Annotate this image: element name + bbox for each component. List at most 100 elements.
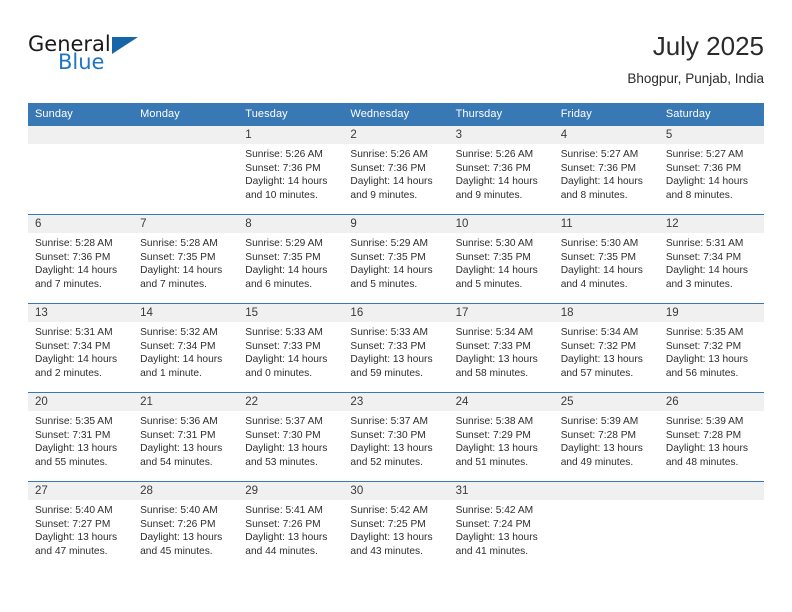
day-number: 12 — [658, 215, 764, 233]
daylight-text: Daylight: 14 hours — [140, 354, 223, 366]
day-number — [28, 126, 134, 144]
day-details: Sunrise: 5:30 AM Sunset: 7:35 PM Daylight:… — [449, 233, 554, 291]
day-details: Sunrise: 5:40 AM Sunset: 7:26 PM Daylight:… — [133, 500, 238, 558]
daylight-text: and 59 minutes. — [350, 367, 423, 379]
daylight-text: Daylight: 14 hours — [455, 176, 538, 188]
daylight-text: and 3 minutes. — [665, 278, 733, 290]
calendar-day-cell[interactable]: 15 Sunrise: 5:33 AM Sunset: 7:33 PM Dayligh… — [238, 303, 344, 393]
calendar-day-cell[interactable]: 30 Sunrise: 5:42 AM Sunset: 7:25 PM Dayligh… — [343, 481, 449, 570]
daylight-text: Daylight: 13 hours — [140, 443, 223, 455]
calendar-day-cell[interactable]: 26 Sunrise: 5:39 AM Sunset: 7:28 PM Dayligh… — [658, 392, 764, 482]
calendar-day-cell[interactable]: 24 Sunrise: 5:38 AM Sunset: 7:29 PM Dayligh… — [448, 392, 554, 482]
daylight-text: Daylight: 13 hours — [245, 532, 328, 544]
sunset-text: Sunset: 7:36 PM — [245, 162, 321, 174]
calendar-day-cell[interactable]: 5 Sunrise: 5:27 AM Sunset: 7:36 PM Daylight… — [658, 125, 764, 215]
calendar-day-cell[interactable]: 23 Sunrise: 5:37 AM Sunset: 7:30 PM Dayligh… — [343, 392, 449, 482]
calendar-day-cell[interactable]: 10 Sunrise: 5:30 AM Sunset: 7:35 PM Dayligh… — [448, 214, 554, 304]
sunrise-text: Sunrise: 5:30 AM — [560, 238, 639, 249]
daylight-text: and 51 minutes. — [455, 456, 529, 468]
general-blue-logo: General Blue — [28, 34, 158, 82]
calendar-day-cell[interactable]: 9 Sunrise: 5:29 AM Sunset: 7:35 PM Daylight… — [343, 214, 449, 304]
sunset-text: Sunset: 7:26 PM — [140, 518, 216, 530]
daylight-text: and 47 minutes. — [35, 545, 108, 557]
day-details: Sunrise: 5:33 AM Sunset: 7:33 PM Daylight:… — [238, 322, 343, 380]
calendar-day-cell[interactable]: 17 Sunrise: 5:34 AM Sunset: 7:33 PM Dayligh… — [448, 303, 554, 393]
day-number: 2 — [343, 126, 449, 144]
daylight-text: Daylight: 13 hours — [350, 532, 433, 544]
day-details: Sunrise: 5:42 AM Sunset: 7:25 PM Daylight:… — [343, 500, 448, 558]
sunset-text: Sunset: 7:32 PM — [560, 340, 637, 352]
page-title: July 2025 — [652, 31, 764, 61]
daylight-text: and 44 minutes. — [245, 545, 318, 557]
daylight-text: and 7 minutes. — [140, 278, 207, 290]
daylight-text: Daylight: 14 hours — [140, 265, 223, 277]
day-number: 16 — [343, 304, 449, 322]
calendar-day-cell[interactable]: 28 Sunrise: 5:40 AM Sunset: 7:26 PM Dayligh… — [133, 481, 239, 570]
sunset-text: Sunset: 7:29 PM — [455, 429, 531, 441]
daylight-text: and 52 minutes. — [350, 456, 423, 468]
day-details: Sunrise: 5:26 AM Sunset: 7:36 PM Daylight:… — [449, 144, 554, 202]
day-number: 1 — [238, 126, 344, 144]
sunrise-text: Sunrise: 5:31 AM — [665, 238, 744, 249]
sunrise-text: Sunrise: 5:26 AM — [350, 149, 429, 160]
calendar-day-cell[interactable]: 3 Sunrise: 5:26 AM Sunset: 7:36 PM Daylight… — [448, 125, 554, 215]
calendar-day-cell[interactable]: 18 Sunrise: 5:34 AM Sunset: 7:32 PM Dayligh… — [553, 303, 659, 393]
sunrise-text: Sunrise: 5:34 AM — [560, 327, 639, 338]
day-details: Sunrise: 5:27 AM Sunset: 7:36 PM Daylight:… — [659, 144, 764, 202]
day-number: 6 — [28, 215, 134, 233]
calendar-day-cell[interactable]: 31 Sunrise: 5:42 AM Sunset: 7:24 PM Dayligh… — [448, 481, 554, 570]
calendar-day-cell[interactable]: 8 Sunrise: 5:29 AM Sunset: 7:35 PM Daylight… — [238, 214, 344, 304]
daylight-text: and 1 minute. — [140, 367, 202, 379]
calendar-day-cell[interactable]: 13 Sunrise: 5:31 AM Sunset: 7:34 PM Dayligh… — [28, 303, 134, 393]
sunrise-text: Sunrise: 5:28 AM — [35, 238, 113, 249]
day-number: 24 — [448, 393, 554, 411]
sunset-text: Sunset: 7:35 PM — [560, 251, 637, 263]
sunrise-text: Sunrise: 5:35 AM — [35, 416, 113, 427]
day-number: 20 — [28, 393, 134, 411]
day-number: 9 — [343, 215, 449, 233]
calendar-day-cell[interactable]: 19 Sunrise: 5:35 AM Sunset: 7:32 PM Dayligh… — [658, 303, 764, 393]
sunrise-text: Sunrise: 5:41 AM — [245, 505, 323, 516]
daylight-text: and 9 minutes. — [350, 189, 418, 201]
day-number: 19 — [658, 304, 764, 322]
calendar-day-cell[interactable]: 7 Sunrise: 5:28 AM Sunset: 7:35 PM Daylight… — [133, 214, 239, 304]
day-number: 23 — [343, 393, 449, 411]
weekday-header-wednesday: Wednesday — [343, 103, 449, 126]
day-number — [553, 482, 659, 500]
day-number: 4 — [553, 126, 659, 144]
daylight-text: and 57 minutes. — [560, 367, 634, 379]
day-details — [133, 144, 238, 148]
calendar-day-cell[interactable]: 27 Sunrise: 5:40 AM Sunset: 7:27 PM Dayligh… — [28, 481, 134, 570]
sunrise-sunset-calendar: Sunday Monday Tuesday Wednesday Thursday Frid… — [28, 103, 764, 570]
sunset-text: Sunset: 7:33 PM — [350, 340, 426, 352]
daylight-text: Daylight: 13 hours — [665, 443, 748, 455]
calendar-day-cell[interactable]: 2 Sunrise: 5:26 AM Sunset: 7:36 PM Daylight… — [343, 125, 449, 215]
sunrise-text: Sunrise: 5:34 AM — [455, 327, 534, 338]
calendar-day-cell[interactable]: 16 Sunrise: 5:33 AM Sunset: 7:33 PM Dayligh… — [343, 303, 449, 393]
day-number: 30 — [343, 482, 449, 500]
calendar-day-cell[interactable]: 29 Sunrise: 5:41 AM Sunset: 7:26 PM Dayligh… — [238, 481, 344, 570]
daylight-text: Daylight: 14 hours — [560, 176, 643, 188]
calendar-day-cell[interactable]: 22 Sunrise: 5:37 AM Sunset: 7:30 PM Dayligh… — [238, 392, 344, 482]
calendar-day-cell[interactable]: 11 Sunrise: 5:30 AM Sunset: 7:35 PM Dayligh… — [553, 214, 659, 304]
calendar-day-cell[interactable]: 12 Sunrise: 5:31 AM Sunset: 7:34 PM Dayligh… — [658, 214, 764, 304]
calendar-day-cell[interactable]: 21 Sunrise: 5:36 AM Sunset: 7:31 PM Dayligh… — [133, 392, 239, 482]
daylight-text: Daylight: 13 hours — [350, 443, 433, 455]
calendar-day-cell[interactable]: 14 Sunrise: 5:32 AM Sunset: 7:34 PM Dayligh… — [133, 303, 239, 393]
calendar-day-cell[interactable]: 6 Sunrise: 5:28 AM Sunset: 7:36 PM Daylight… — [28, 214, 134, 304]
sunset-text: Sunset: 7:28 PM — [665, 429, 742, 441]
sunrise-text: Sunrise: 5:40 AM — [35, 505, 113, 516]
day-details: Sunrise: 5:34 AM Sunset: 7:32 PM Daylight:… — [554, 322, 659, 380]
calendar-day-cell[interactable]: 4 Sunrise: 5:27 AM Sunset: 7:36 PM Daylight… — [553, 125, 659, 215]
daylight-text: Daylight: 13 hours — [455, 532, 538, 544]
calendar-day-cell[interactable]: 20 Sunrise: 5:35 AM Sunset: 7:31 PM Dayligh… — [28, 392, 134, 482]
day-details: Sunrise: 5:42 AM Sunset: 7:24 PM Daylight:… — [449, 500, 554, 558]
sunrise-text: Sunrise: 5:28 AM — [140, 238, 218, 249]
calendar-day-cell[interactable]: 25 Sunrise: 5:39 AM Sunset: 7:28 PM Dayligh… — [553, 392, 659, 482]
calendar-week-row: 13 Sunrise: 5:31 AM Sunset: 7:34 PM Dayligh… — [28, 303, 764, 393]
sunset-text: Sunset: 7:31 PM — [140, 429, 216, 441]
sunset-text: Sunset: 7:36 PM — [350, 162, 426, 174]
day-details — [659, 500, 764, 504]
calendar-day-cell[interactable]: 1 Sunrise: 5:26 AM Sunset: 7:36 PM Daylight… — [238, 125, 344, 215]
day-number: 17 — [448, 304, 554, 322]
